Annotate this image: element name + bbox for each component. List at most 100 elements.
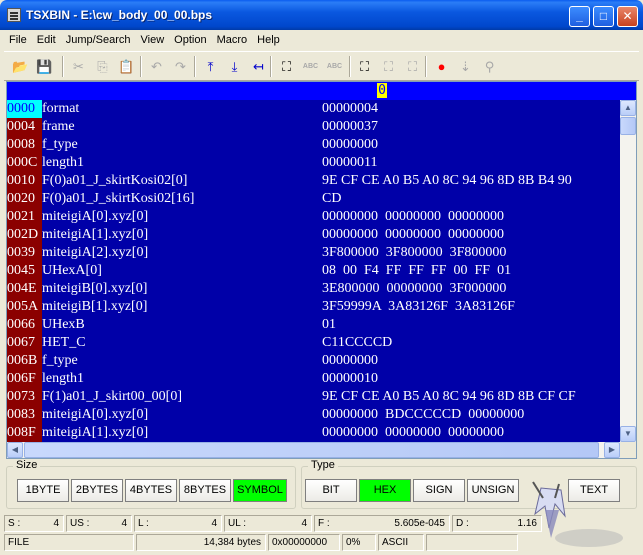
macro-run-icon[interactable]: ⚲ (478, 55, 501, 78)
row-field-name[interactable]: miteigiB[1].xyz[0] (42, 298, 147, 316)
row-address[interactable]: 0066 (7, 316, 42, 334)
jump-top-icon[interactable]: ⤒ (199, 55, 222, 78)
hex-row[interactable]: 0020 F(0)a01_J_skirtKosi02[16] CD (7, 190, 620, 208)
row-address[interactable]: 006B (7, 352, 42, 370)
type-bit-button[interactable]: BIT (305, 479, 357, 502)
row-field-name[interactable]: F(0)a01_J_skirtKosi02[16] (42, 190, 194, 208)
row-address[interactable]: 0010 (7, 172, 42, 190)
row-address[interactable]: 0067 (7, 334, 42, 352)
row-field-name[interactable]: HET_C (42, 334, 86, 352)
row-field-value[interactable]: 08 00 F4 FF FF FF 00 FF 01 (322, 262, 511, 280)
row-field-name[interactable]: UHexB (42, 316, 85, 334)
row-field-name[interactable]: miteigiA[1].xyz[0] (42, 424, 148, 442)
type-unsign-button[interactable]: UNSIGN (467, 479, 519, 502)
undo-icon[interactable]: ↶ (145, 55, 168, 78)
hex-row[interactable]: 0008 f_type 00000000 (7, 136, 620, 154)
row-address[interactable]: 005A (7, 298, 42, 316)
menu-option[interactable]: Option (169, 34, 211, 46)
size-2bytes-button[interactable]: 2BYTES (71, 479, 123, 502)
row-field-name[interactable]: length1 (42, 154, 84, 172)
save-icon[interactable]: 💾 (33, 55, 56, 78)
cut-icon[interactable]: ✂ (67, 55, 90, 78)
menu-view[interactable]: View (136, 34, 170, 46)
row-field-name[interactable]: f_type (42, 352, 78, 370)
maximize-button[interactable]: □ (593, 6, 614, 27)
row-address[interactable]: 0045 (7, 262, 42, 280)
scroll-up-button[interactable]: ▲ (620, 100, 636, 116)
horizontal-scroll-thumb[interactable] (24, 442, 599, 458)
search-abc-next-icon[interactable]: ABC (323, 55, 346, 78)
record-macro-icon[interactable]: ● (430, 55, 453, 78)
open-folder-icon[interactable]: 📂 (9, 55, 32, 78)
row-field-value[interactable]: 01 (322, 316, 336, 334)
hex-row[interactable]: 006B f_type 00000000 (7, 352, 620, 370)
size-1byte-button[interactable]: 1BYTE (17, 479, 69, 502)
jump-bottom-icon[interactable]: ⤓ (223, 55, 246, 78)
row-field-value[interactable]: 9E CF CE A0 B5 A0 8C 94 96 8D 8B CF CF (322, 388, 576, 406)
app-icon[interactable] (7, 8, 21, 22)
hex-row[interactable]: 0073 F(1)a01_J_skirt00_00[0] 9E CF CE A0 B… (7, 388, 620, 406)
row-field-value[interactable]: 00000037 (322, 118, 378, 136)
row-field-name[interactable]: F(0)a01_J_skirtKosi02[0] (42, 172, 187, 190)
row-field-value[interactable]: 00000000 00000000 00000000 (322, 208, 504, 226)
row-field-value[interactable]: 9E CF CE A0 B5 A0 8C 94 96 8D 8B B4 90 (322, 172, 572, 190)
row-address[interactable]: 0083 (7, 406, 42, 424)
row-address[interactable]: 004E (7, 280, 42, 298)
row-address[interactable]: 006F (7, 370, 42, 388)
copy-icon[interactable]: ⎘ (91, 55, 114, 78)
search-abc-icon[interactable]: ABC (299, 55, 322, 78)
row-field-name[interactable]: F(1)a01_J_skirt00_00[0] (42, 388, 182, 406)
row-field-value[interactable]: 00000004 (322, 100, 378, 118)
row-field-name[interactable]: miteigiA[2].xyz[0] (42, 244, 148, 262)
row-field-name[interactable]: UHexA[0] (42, 262, 102, 280)
row-field-name[interactable]: miteigiA[1].xyz[0] (42, 226, 148, 244)
row-field-name[interactable]: length1 (42, 370, 84, 388)
row-address[interactable]: 0039 (7, 244, 42, 262)
row-address[interactable]: 0004 (7, 118, 42, 136)
find-next-icon[interactable]: ⛶ (377, 55, 400, 78)
hex-row[interactable]: 0067 HET_C C11CCCCD (7, 334, 620, 352)
row-address[interactable]: 0073 (7, 388, 42, 406)
jump-return-icon[interactable]: ↤ (247, 55, 270, 78)
row-field-name[interactable]: miteigiA[0].xyz[0] (42, 406, 148, 424)
hex-row[interactable]: 005A miteigiB[1].xyz[0] 3F59999A 3A83126F … (7, 298, 620, 316)
row-field-value[interactable]: 00000000 (322, 352, 378, 370)
hex-row[interactable]: 006F length1 00000010 (7, 370, 620, 388)
hex-row[interactable]: 0039 miteigiA[2].xyz[0] 3F800000 3F800000 … (7, 244, 620, 262)
size-symbol-button[interactable]: SYMBOL (233, 479, 287, 502)
row-field-value[interactable]: 00000000 00000000 00000000 (322, 424, 504, 442)
row-field-name[interactable]: format (42, 100, 79, 118)
hex-row[interactable]: 0083 miteigiA[0].xyz[0] 00000000 BDCCCCCD … (7, 406, 620, 424)
search-binoculars-icon[interactable]: ⛶ (275, 55, 298, 78)
macro-step-icon[interactable]: ⇣ (454, 55, 477, 78)
row-field-value[interactable]: 3F59999A 3A83126F 3A83126F (322, 298, 515, 316)
minimize-button[interactable]: _ (569, 6, 590, 27)
row-address[interactable]: 0000 (7, 100, 42, 118)
menu-edit[interactable]: Edit (32, 34, 61, 46)
row-address[interactable]: 0008 (7, 136, 42, 154)
menu-macro[interactable]: Macro (212, 34, 253, 46)
hex-row[interactable]: 000C length1 00000011 (7, 154, 620, 172)
row-field-value[interactable]: 00000000 (322, 136, 378, 154)
type-hex-button[interactable]: HEX (359, 479, 411, 502)
menu-jump-search[interactable]: Jump/Search (61, 34, 136, 46)
row-field-name[interactable]: frame (42, 118, 75, 136)
menu-file[interactable]: File (4, 34, 32, 46)
row-address[interactable]: 0021 (7, 208, 42, 226)
paste-icon[interactable]: 📋 (115, 55, 138, 78)
row-address[interactable]: 0020 (7, 190, 42, 208)
scroll-right-button[interactable]: ▶ (604, 442, 620, 458)
vertical-scroll-thumb[interactable] (620, 117, 636, 135)
hex-row[interactable]: 0045 UHexA[0] 08 00 F4 FF FF FF 00 FF 01 (7, 262, 620, 280)
vertical-scrollbar[interactable]: ▲ ▼ (620, 100, 636, 442)
type-sign-button[interactable]: SIGN (413, 479, 465, 502)
hex-row[interactable]: 008F miteigiA[1].xyz[0] 00000000 00000000 … (7, 424, 620, 442)
hex-row[interactable]: 004E miteigiB[0].xyz[0] 3E800000 00000000 … (7, 280, 620, 298)
find-icon[interactable]: ⛶ (353, 55, 376, 78)
row-field-value[interactable]: 00000000 BDCCCCCD 00000000 (322, 406, 524, 424)
row-address[interactable]: 002D (7, 226, 42, 244)
hex-row[interactable]: 0066 UHexB 01 (7, 316, 620, 334)
size-8bytes-button[interactable]: 8BYTES (179, 479, 231, 502)
hex-row[interactable]: 002D miteigiA[1].xyz[0] 00000000 00000000 … (7, 226, 620, 244)
row-field-name[interactable]: miteigiA[0].xyz[0] (42, 208, 148, 226)
